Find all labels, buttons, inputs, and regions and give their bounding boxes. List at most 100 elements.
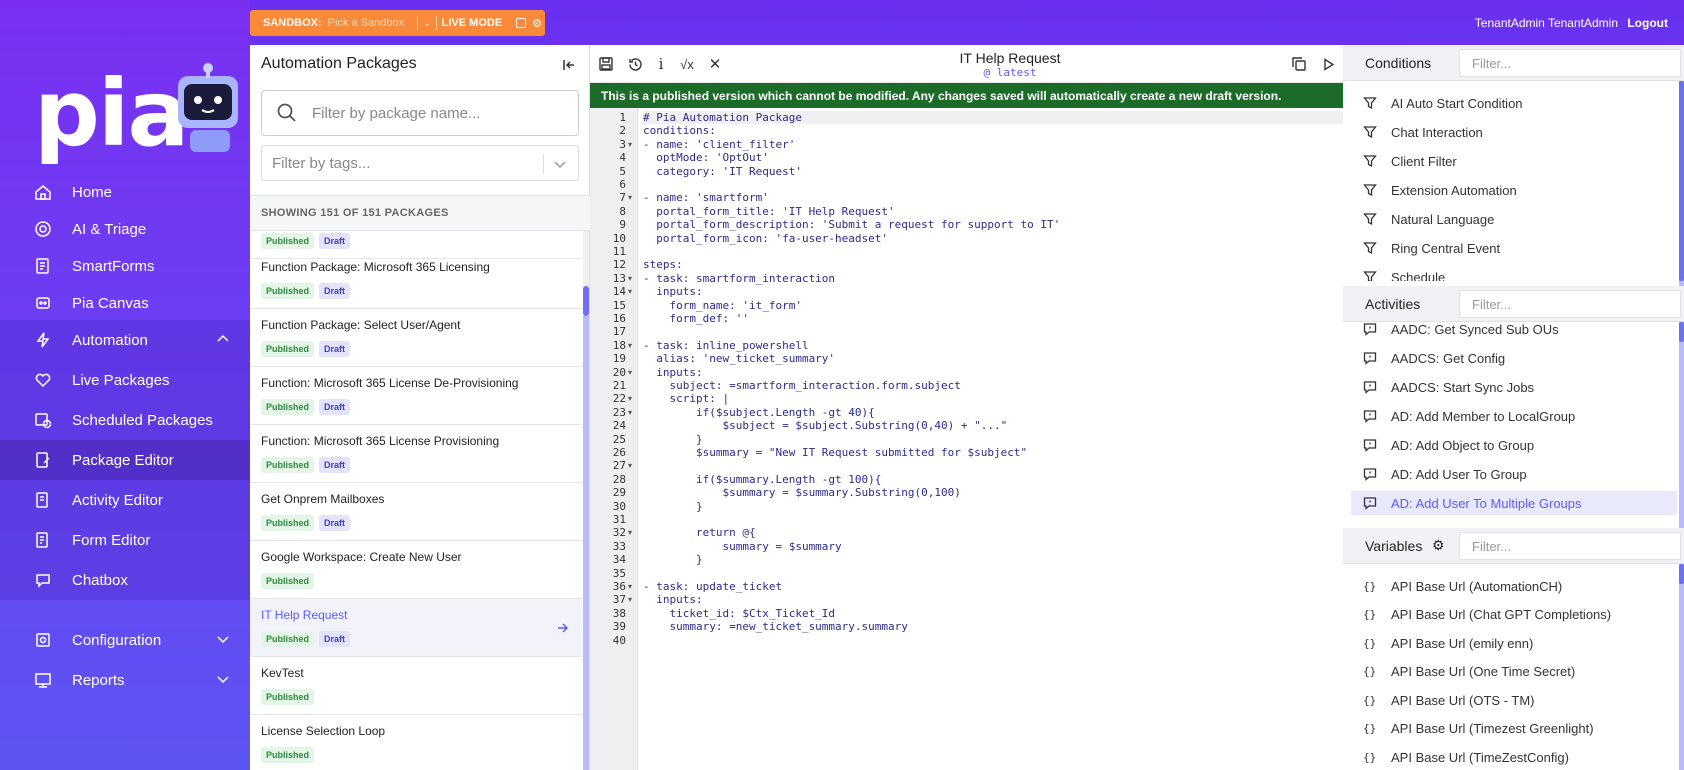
chevron-down-icon[interactable] <box>552 156 568 172</box>
filter-icon <box>1363 126 1377 139</box>
chevron-down-icon[interactable]: ⌄ <box>423 18 431 29</box>
variable-item[interactable]: {} API Base Url (Chat GPT Completions) <box>1363 603 1663 627</box>
package-item[interactable]: Get Onprem Mailboxes Published Draft <box>250 483 582 541</box>
code-line: summary = $summary <box>643 539 842 553</box>
package-item[interactable]: Google Workspace: Create New User Publish… <box>250 541 582 599</box>
package-item[interactable]: Function: Microsoft 365 License De-Provi… <box>250 367 582 425</box>
fold-toggle-icon[interactable]: ▾ <box>628 140 632 149</box>
condition-item[interactable]: Client Filter <box>1363 149 1663 173</box>
arrow-right-icon[interactable] <box>556 621 570 635</box>
info-icon[interactable]: i <box>652 55 670 73</box>
conditions-filter-input[interactable]: Filter... <box>1459 49 1681 77</box>
variables-filter-input[interactable]: Filter... <box>1459 532 1681 560</box>
package-item[interactable]: IT Help Request Published Draft <box>250 599 582 657</box>
list-clip <box>1343 281 1679 286</box>
nav-pia-canvas[interactable]: Pia Canvas <box>0 283 250 323</box>
package-item[interactable]: KevTest Published <box>250 657 582 715</box>
variable-item[interactable]: {} API Base Url (One Time Secret) <box>1363 660 1663 684</box>
tag-filter-select[interactable]: Filter by tags... <box>261 145 579 181</box>
package-item[interactable]: Function Package: Microsoft 365 Licensin… <box>250 251 582 309</box>
nav-smartforms[interactable]: SmartForms <box>0 246 250 286</box>
condition-item[interactable]: Chat Interaction <box>1363 120 1663 144</box>
activity-label: AADCS: Get Config <box>1391 350 1506 366</box>
settings-icon[interactable]: ⚙ <box>532 17 542 30</box>
activity-item[interactable]: AADCS: Get Config <box>1363 346 1663 370</box>
nav-label: AI & Triage <box>72 220 147 238</box>
variable-item[interactable]: {} API Base Url (emily enn) <box>1363 631 1663 655</box>
package-editor-icon <box>34 451 52 469</box>
package-item[interactable]: License Selection Loop Published <box>250 715 582 770</box>
copy-icon[interactable] <box>1290 55 1308 73</box>
close-icon[interactable]: ✕ <box>706 55 724 73</box>
nav-label: Home <box>72 183 113 201</box>
nav-chatbox[interactable]: Chatbox <box>0 560 250 600</box>
condition-item[interactable]: Extension Automation <box>1363 178 1663 202</box>
nav-label: Live Packages <box>72 371 170 389</box>
sandbox-placeholder[interactable]: Pick a Sandbox <box>328 17 404 29</box>
history-icon[interactable] <box>626 55 644 73</box>
activity-item[interactable]: AD: Add Object to Group <box>1363 433 1663 457</box>
fold-toggle-icon[interactable]: ▾ <box>628 394 632 403</box>
fold-toggle-icon[interactable]: ▾ <box>628 341 632 350</box>
code-line: - task: inline_powershell <box>643 338 809 352</box>
draft-badge: Draft <box>319 341 351 357</box>
variable-label: API Base Url (One Time Secret) <box>1391 664 1576 679</box>
search-icon <box>277 103 296 122</box>
activity-item[interactable]: AD: Add User To Group <box>1363 462 1663 486</box>
nav-automation[interactable]: Automation <box>0 320 250 360</box>
nav-form-editor[interactable]: Form Editor <box>0 520 250 560</box>
fold-toggle-icon[interactable]: ▾ <box>628 368 632 377</box>
nav-home[interactable]: Home <box>0 172 250 212</box>
nav-ai-triage[interactable]: AI & Triage <box>0 209 250 249</box>
condition-item[interactable]: AI Auto Start Condition <box>1363 91 1663 115</box>
package-item[interactable]: Function: Microsoft 365 License Provisio… <box>250 425 582 483</box>
package-search-input[interactable]: Filter by package name... <box>261 90 579 136</box>
sandbox-selector[interactable]: SANDBOX: Pick a Sandbox ⌄ LIVE MODE ⚙ <box>250 10 545 36</box>
activities-filter-input[interactable]: Filter... <box>1459 290 1681 318</box>
published-badge: Published <box>261 457 315 473</box>
filter-icon <box>1363 242 1377 255</box>
fold-toggle-icon[interactable]: ▾ <box>628 582 632 591</box>
activity-item[interactable]: AADCS: Start Sync Jobs <box>1363 375 1663 399</box>
fold-toggle-icon[interactable]: ▾ <box>628 274 632 283</box>
fold-toggle-icon[interactable]: ▾ <box>628 528 632 537</box>
activity-item[interactable]: AADC: Get Synced Sub OUs <box>1363 317 1663 341</box>
activity-item[interactable]: AD: Add Member to LocalGroup <box>1363 404 1663 428</box>
line-number: 19 <box>612 352 626 366</box>
condition-item[interactable]: Ring Central Event <box>1363 236 1663 260</box>
variable-item[interactable]: {} API Base Url (OTS - TM) <box>1363 688 1663 712</box>
nav-reports[interactable]: Reports <box>0 660 250 700</box>
packages-title: Automation Packages <box>261 55 417 72</box>
condition-item[interactable]: Natural Language <box>1363 207 1663 231</box>
fold-toggle-icon[interactable]: ▾ <box>628 193 632 202</box>
fold-toggle-icon[interactable]: ▾ <box>628 287 632 296</box>
code-area[interactable]: # Pia Automation Package conditions: - nam… <box>643 108 1343 770</box>
published-badge: Published <box>261 283 315 299</box>
gear-icon[interactable]: ⚙ <box>1432 537 1445 554</box>
activity-item[interactable]: AD: Add User To Multiple Groups <box>1351 491 1677 515</box>
variable-item[interactable]: {} API Base Url (AutomationCH) <box>1363 574 1663 598</box>
collapse-panel-icon[interactable] <box>561 57 577 73</box>
variable-item[interactable]: {} API Base Url (Timezest Greenlight) <box>1363 717 1663 741</box>
fold-toggle-icon[interactable]: ▾ <box>628 595 632 604</box>
run-icon[interactable] <box>1319 55 1337 73</box>
nav-live-packages[interactable]: Live Packages <box>0 360 250 400</box>
nav-configuration[interactable]: Configuration <box>0 620 250 660</box>
package-name: Function Package: Select User/Agent <box>261 318 461 332</box>
variable-item[interactable]: {} API Base Url (TimeZestConfig) <box>1363 745 1663 769</box>
nav-scheduled-packages[interactable]: Scheduled Packages <box>0 400 250 440</box>
nav-package-editor[interactable]: Package Editor <box>0 440 250 480</box>
variables-scrollbar[interactable] <box>1679 564 1684 770</box>
variable-icon: {} <box>1363 608 1377 621</box>
copy-icon[interactable] <box>516 18 527 28</box>
logout-link[interactable]: Logout <box>1627 16 1668 30</box>
save-icon[interactable] <box>597 55 615 73</box>
function-icon[interactable]: √x <box>678 55 696 73</box>
line-number: 32 <box>612 526 626 540</box>
package-item[interactable]: Function Package: Select User/Agent Publi… <box>250 309 582 367</box>
fold-toggle-icon[interactable]: ▾ <box>628 461 632 470</box>
fold-toggle-icon[interactable]: ▾ <box>628 408 632 417</box>
package-list-scrollbar[interactable] <box>583 231 589 770</box>
activities-scrollbar[interactable] <box>1679 322 1684 528</box>
nav-activity-editor[interactable]: Activity Editor <box>0 480 250 520</box>
